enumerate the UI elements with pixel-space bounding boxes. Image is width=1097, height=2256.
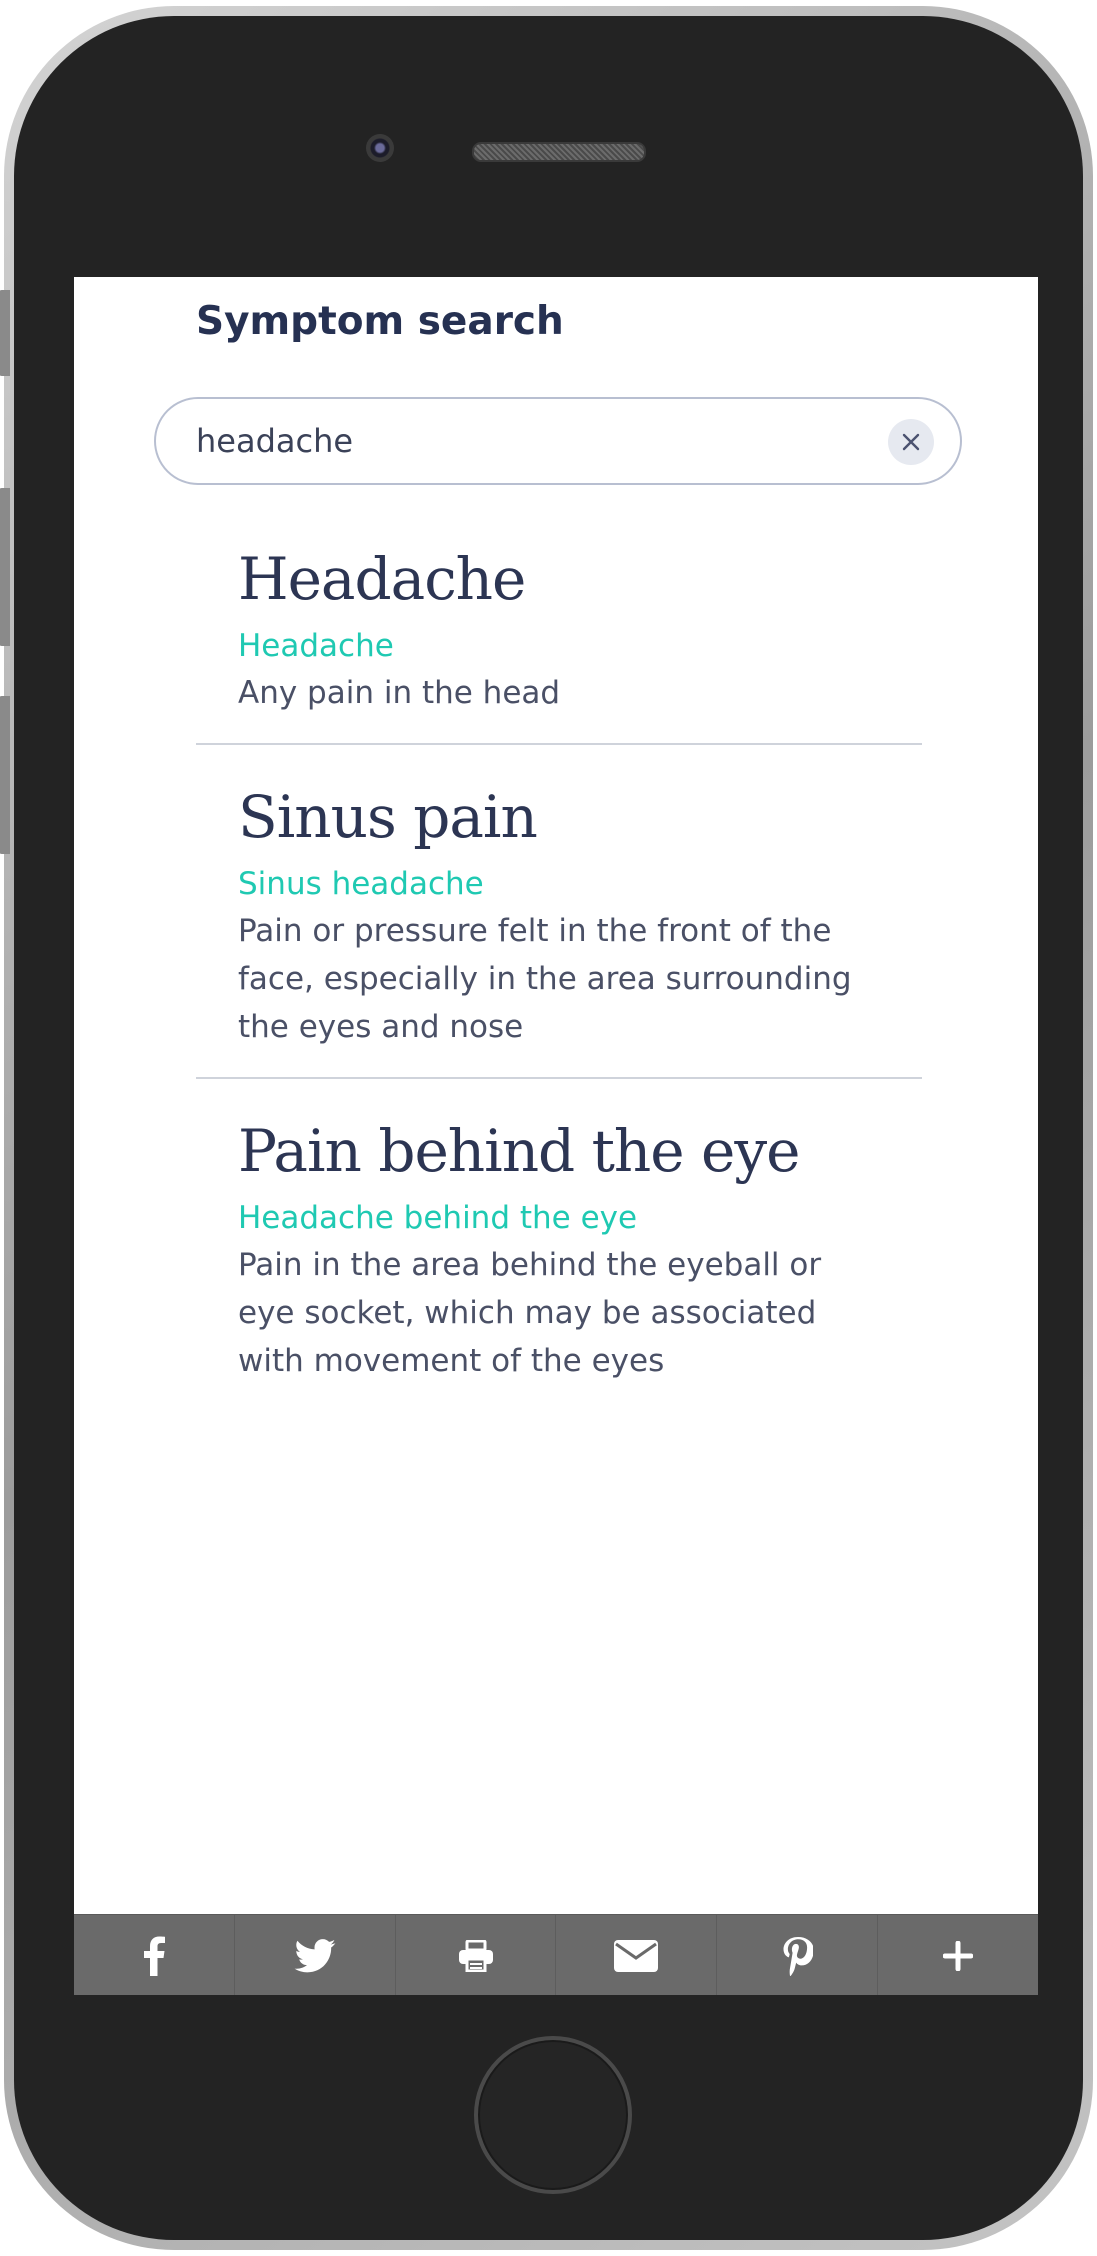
share-print-button[interactable] — [396, 1915, 557, 1995]
speaker — [472, 142, 646, 162]
camera — [366, 134, 394, 162]
result-title: Pain behind the eye — [238, 1117, 800, 1185]
twitter-icon — [294, 1938, 336, 1972]
result-subtitle: Headache — [238, 628, 394, 664]
divider — [196, 743, 922, 745]
search-input[interactable] — [196, 417, 836, 465]
result-subtitle: Headache behind the eye — [238, 1200, 638, 1236]
print-icon — [458, 1939, 493, 1972]
search-box — [154, 397, 962, 485]
plus-icon — [943, 1940, 974, 1971]
share-bar — [74, 1914, 1038, 1995]
result-description: Pain or pressure felt in the front of th… — [238, 913, 852, 1045]
result-description: Pain in the area behind the eyeball or e… — [238, 1247, 822, 1379]
divider — [196, 1077, 922, 1079]
result-description: Any pain in the head — [238, 675, 561, 711]
share-pinterest-button[interactable] — [717, 1915, 879, 1995]
result-title: Sinus pain — [238, 783, 538, 851]
share-facebook-button[interactable] — [74, 1915, 235, 1995]
phone-frame: Symptom search Headache Headache Any pai… — [0, 6, 1093, 2250]
result-item[interactable]: Pain behind the eye Headache behind the … — [74, 1109, 1038, 1385]
screen: Symptom search Headache Headache Any pai… — [74, 277, 1038, 1995]
results-list: Headache Headache Any pain in the head S… — [74, 537, 1038, 1385]
home-button[interactable] — [474, 2036, 632, 2194]
pinterest-icon — [783, 1936, 814, 1976]
result-item[interactable]: Headache Headache Any pain in the head — [74, 537, 1038, 717]
side-button — [0, 290, 10, 376]
close-icon — [902, 433, 920, 451]
result-title: Headache — [238, 545, 526, 613]
side-button — [0, 488, 10, 646]
clear-search-button[interactable] — [888, 419, 934, 465]
share-more-button[interactable] — [878, 1915, 1038, 1995]
side-button — [0, 696, 10, 854]
share-email-button[interactable] — [556, 1915, 718, 1995]
result-item[interactable]: Sinus pain Sinus headache Pain or pressu… — [74, 775, 1038, 1051]
share-twitter-button[interactable] — [235, 1915, 396, 1995]
facebook-icon — [143, 1936, 165, 1976]
email-icon — [614, 1939, 659, 1972]
page-title: Symptom search — [196, 299, 564, 344]
result-subtitle: Sinus headache — [238, 866, 484, 902]
